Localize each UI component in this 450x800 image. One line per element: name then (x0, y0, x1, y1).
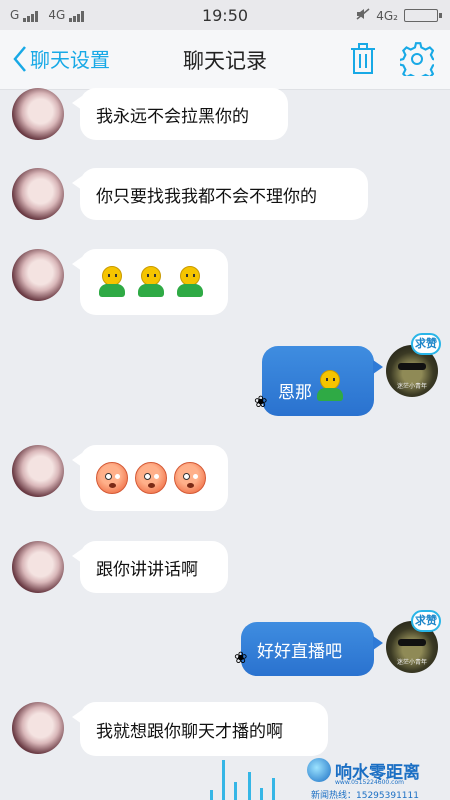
like-request-badge[interactable]: 求赞 (411, 333, 441, 355)
avatar-contact[interactable] (12, 249, 64, 301)
message-text: 恩那 (278, 382, 312, 403)
back-button[interactable]: 聊天设置 (12, 44, 110, 73)
mute-icon (356, 8, 370, 23)
audio-wave-icon (200, 755, 290, 800)
avatar-caption: 迷茫小青年 (396, 383, 427, 390)
status-bar: G 4G 19:50 4G₂ (0, 0, 450, 30)
settings-button[interactable] (398, 42, 439, 83)
like-request-badge[interactable]: 求赞 (411, 610, 441, 632)
battery-icon (404, 9, 442, 22)
chevron-left-icon (13, 45, 26, 72)
message-bubble-incoming[interactable]: 我永远不会拉黑你的 (72, 88, 288, 140)
lotus-icon: ❀ (254, 392, 268, 411)
trash-icon (351, 43, 375, 74)
avatar-contact[interactable] (12, 541, 64, 593)
message-bubble-outgoing[interactable]: 恩那 (262, 346, 383, 416)
message-text: 我就想跟你聊天才播的啊 (96, 721, 283, 742)
status-right: 4G₂ (356, 8, 442, 23)
person-emoji (174, 266, 206, 298)
back-label: 聊天设置 (30, 48, 110, 72)
network-right-label: 4G₂ (376, 8, 398, 23)
shocked-face-emoji (174, 462, 206, 494)
message-text: 跟你讲讲话啊 (96, 559, 198, 580)
avatar-contact[interactable] (12, 168, 64, 220)
shocked-face-emoji (135, 462, 167, 494)
person-emoji (314, 370, 346, 402)
message-text: 好好直播吧 (257, 641, 342, 662)
message-bubble-incoming[interactable] (72, 249, 228, 315)
message-bubble-incoming[interactable]: 我就想跟你聊天才播的啊 (72, 702, 328, 756)
shocked-face-emoji (96, 462, 128, 494)
avatar-contact[interactable] (12, 702, 64, 754)
avatar-contact[interactable] (12, 88, 64, 140)
nav-header: 聊天设置 聊天记录 (0, 30, 450, 90)
message-bubble-outgoing[interactable]: 好好直播吧 (241, 622, 383, 676)
message-bubble-incoming[interactable] (72, 445, 228, 511)
watermark-url: www.0515224600.com (335, 779, 404, 786)
avatar-caption: 迷茫小青年 (396, 659, 427, 666)
message-text: 你只要找我我都不会不理你的 (96, 186, 317, 207)
avatar-contact[interactable] (12, 445, 64, 497)
message-bubble-incoming[interactable]: 跟你讲讲话啊 (72, 541, 228, 593)
watermark: 响水零距离 www.0515224600.com 新闻热线：1529539111… (305, 758, 450, 800)
message-text: 我永远不会拉黑你的 (96, 106, 249, 127)
lotus-icon: ❀ (234, 648, 248, 667)
person-emoji (135, 266, 167, 298)
watermark-hotline: 新闻热线：15295391111 (311, 791, 419, 800)
watermark-logo-icon (307, 758, 331, 782)
gear-icon (398, 42, 439, 83)
person-emoji (96, 266, 128, 298)
delete-button[interactable] (349, 43, 377, 79)
message-bubble-incoming[interactable]: 你只要找我我都不会不理你的 (72, 168, 368, 220)
